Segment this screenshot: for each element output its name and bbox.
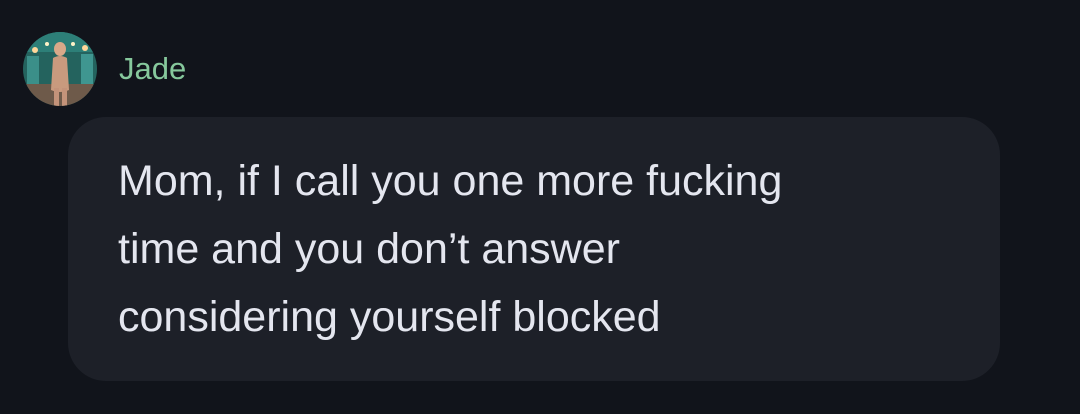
profile-photo-icon [23,32,97,106]
sender-name[interactable]: Jade [119,50,186,88]
message-bubble[interactable]: Mom, if I call you one more fucking time… [68,117,1000,381]
message-text: Mom, if I call you one more fucking time… [118,157,783,341]
sender-avatar[interactable] [23,32,97,106]
